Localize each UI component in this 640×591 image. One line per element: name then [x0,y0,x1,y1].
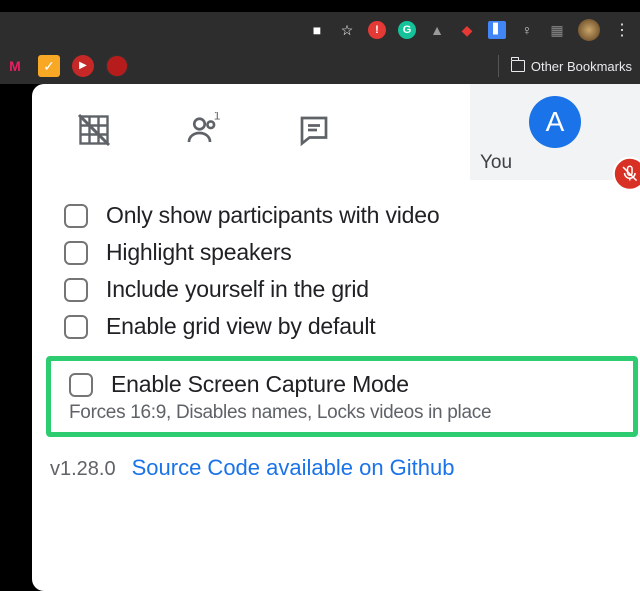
grid-apps-icon[interactable]: ▦ [548,21,566,39]
self-video-tile[interactable]: A You [470,84,640,180]
bookmark-item[interactable]: ▶ [72,55,94,77]
svg-text:1: 1 [214,112,221,123]
layout-tabbar: 1 [32,84,334,150]
camera-icon[interactable]: ■ [308,21,326,39]
self-label: You [480,152,512,174]
checkbox[interactable] [64,241,88,265]
drive-icon[interactable]: ▲ [428,21,446,39]
lightbulb-icon[interactable]: ♀ [518,21,536,39]
bookmark-item[interactable]: M [4,55,26,77]
option-default-grid[interactable]: Enable grid view by default [64,313,620,340]
browser-chrome: ■ ☆ ! G ▲ ◆ ▋ ♀ ▦ ⋮ M ✓ ▶ Other Bookmark… [0,0,640,84]
other-bookmarks-label: Other Bookmarks [531,59,632,74]
option-label: Only show participants with video [106,202,439,229]
superman-icon[interactable]: ◆ [458,21,476,39]
bookmark-item[interactable] [106,55,128,77]
avatar: A [529,96,581,148]
mute-indicator [613,157,640,191]
bookmarks-bar: M ✓ ▶ Other Bookmarks [0,48,640,84]
option-screen-capture[interactable]: Enable Screen Capture Mode [69,371,629,398]
option-only-video[interactable]: Only show participants with video [64,202,620,229]
adblock-icon[interactable]: ! [368,21,386,39]
chat-icon[interactable] [294,110,334,150]
checkbox[interactable] [64,204,88,228]
version-label: v1.28.0 [50,458,116,481]
checkbox[interactable] [69,373,93,397]
bookmark-item[interactable]: ✓ [38,55,60,77]
panel-footer: v1.28.0 Source Code available on Github [32,451,640,497]
people-icon[interactable]: 1 [184,110,224,150]
checkbox[interactable] [64,278,88,302]
grid-view-settings-panel: 1 A You [32,84,640,591]
option-include-self[interactable]: Include yourself in the grid [64,276,620,303]
other-bookmarks-button[interactable]: Other Bookmarks [511,59,632,74]
folder-icon [511,60,525,72]
option-label: Enable Screen Capture Mode [111,371,409,398]
option-label: Include yourself in the grid [106,276,369,303]
option-label: Highlight speakers [106,239,292,266]
star-icon[interactable]: ☆ [338,21,356,39]
checkbox[interactable] [64,315,88,339]
library-icon[interactable]: ▋ [488,21,506,39]
source-code-link[interactable]: Source Code available on Github [132,455,455,481]
highlighted-option: Enable Screen Capture Mode Forces 16:9, … [46,356,638,437]
browser-menu[interactable]: ⋮ [612,20,632,40]
extension-toolbar: ■ ☆ ! G ▲ ◆ ▋ ♀ ▦ ⋮ [0,12,640,48]
option-highlight-speakers[interactable]: Highlight speakers [64,239,620,266]
grid-off-icon[interactable] [74,110,114,150]
option-label: Enable grid view by default [106,313,376,340]
grammarly-icon[interactable]: G [398,21,416,39]
profile-avatar[interactable] [578,19,600,41]
options-list: Only show participants with video Highli… [32,180,640,340]
option-description: Forces 16:9, Disables names, Locks video… [69,402,629,424]
